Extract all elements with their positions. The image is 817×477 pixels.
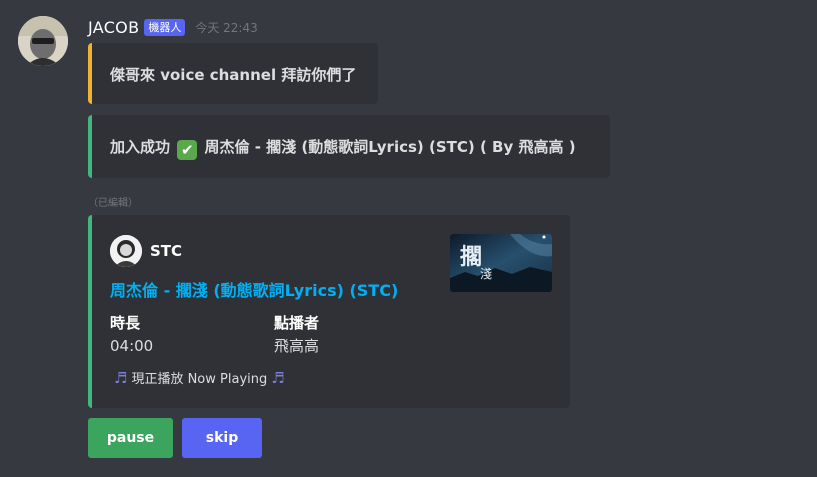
embed-author-name[interactable]: STC bbox=[150, 242, 182, 260]
bot-tag: 機器人 bbox=[144, 18, 186, 36]
field-duration: 時長 04:00 bbox=[110, 313, 153, 357]
check-icon: ✔ bbox=[177, 140, 198, 160]
embed-description: 加入成功 ✔ 周杰倫 - 擱淺 (動態歌詞Lyrics) (STC) ( By … bbox=[110, 136, 576, 160]
skip-button[interactable]: skip bbox=[182, 418, 262, 458]
field-requester: 點播者 飛高高 bbox=[274, 313, 319, 357]
timestamp[interactable]: 今天 22:43 bbox=[195, 19, 257, 36]
message-header: JACOB 機器人 今天 22:43 bbox=[88, 16, 258, 38]
field-value: 04:00 bbox=[110, 337, 154, 355]
embed-author-avatar bbox=[110, 235, 142, 267]
music-note-icon: ♬ bbox=[114, 368, 128, 387]
embed-join-success: 加入成功 ✔ 周杰倫 - 擱淺 (動態歌詞Lyrics) (STC) ( By … bbox=[88, 115, 610, 178]
embed-track-text: 周杰倫 - 擱淺 (動態歌詞Lyrics) (STC) ( By 飛高高 ) bbox=[204, 138, 576, 156]
chat-message: JACOB 機器人 今天 22:43 傑哥來 voice channel 拜訪你… bbox=[0, 0, 817, 477]
pause-button[interactable]: pause bbox=[88, 418, 173, 458]
field-name: 時長 bbox=[110, 314, 141, 332]
thumbnail-char-1: 擱 bbox=[460, 244, 482, 270]
embed-title-link[interactable]: 周杰倫 - 擱淺 (動態歌詞Lyrics) (STC) bbox=[110, 277, 398, 301]
field-name: 點播者 bbox=[274, 314, 320, 332]
footer-text: 現正播放 Now Playing bbox=[131, 372, 268, 387]
embed-description: 傑哥來 voice channel 拜訪你們了 bbox=[110, 66, 357, 84]
username[interactable]: JACOB bbox=[88, 18, 139, 37]
embed-success-label: 加入成功 bbox=[110, 138, 171, 156]
embed-footer: ♬ 現正播放 Now Playing ♬ bbox=[110, 368, 289, 388]
embed-thumbnail[interactable]: 擱 淺 bbox=[450, 234, 552, 292]
embed-now-playing: STC 周杰倫 - 擱淺 (動態歌詞Lyrics) (STC) 時長 04:00… bbox=[88, 215, 570, 408]
field-value: 飛高高 bbox=[274, 337, 320, 355]
edited-label: （已編輯） bbox=[88, 198, 138, 209]
embed-voice-join: 傑哥來 voice channel 拜訪你們了 bbox=[88, 43, 378, 104]
embed-author: STC bbox=[110, 235, 182, 267]
thumbnail-char-2: 淺 bbox=[480, 267, 492, 281]
music-note-icon: ♬ bbox=[271, 368, 285, 387]
user-avatar[interactable] bbox=[18, 16, 68, 66]
